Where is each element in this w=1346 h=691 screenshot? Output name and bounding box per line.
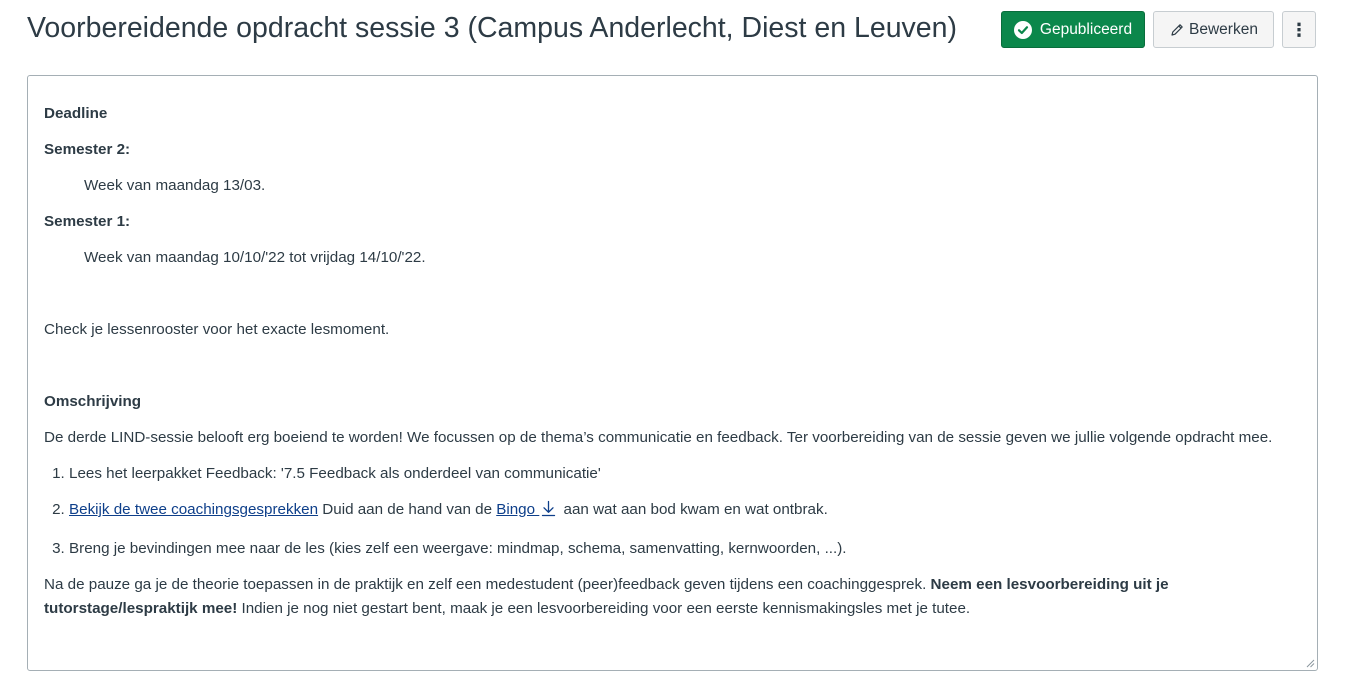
semester1-label: Semester 1: (44, 213, 131, 230)
resize-grip-icon[interactable] (1305, 658, 1315, 668)
task-list: Lees het leerpakket Feedback: '7.5 Feedb… (44, 462, 1294, 561)
edit-label: Bewerken (1189, 20, 1258, 38)
deadline-heading: Deadline (44, 105, 108, 122)
assignment-body: Deadline Semester 2: Week van maandag 13… (44, 102, 1294, 621)
semester1-date: Week van maandag 10/10/'22 tot vrijdag 1… (84, 249, 426, 266)
list-item: Breng je bevindingen mee naar de les (ki… (69, 537, 1294, 561)
check-schedule-text: Check je lessenrooster voor het exacte l… (44, 321, 390, 338)
semester2-date: Week van maandag 13/03. (84, 177, 266, 194)
check-circle-icon (1013, 20, 1032, 39)
pencil-icon (1169, 22, 1185, 38)
closing-text-start: Na de pauze ga je de theorie toepassen i… (44, 576, 931, 593)
list-item-text: Duid aan de hand van de (318, 501, 497, 518)
closing-text-end: Indien je nog niet gestart bent, maak je… (237, 600, 971, 617)
description-heading: Omschrijving (44, 393, 142, 410)
list-item-text: aan wat aan bod kwam en wat ontbrak. (559, 501, 828, 518)
list-item: Lees het leerpakket Feedback: '7.5 Feedb… (69, 462, 1294, 486)
bingo-link[interactable]: Bingo (496, 501, 539, 518)
published-label: Gepubliceerd (1039, 20, 1133, 38)
download-icon[interactable] (541, 500, 556, 525)
kebab-menu-icon: ⋮ (1290, 19, 1308, 40)
page-header: Voorbereidende opdracht sessie 3 (Campus… (0, 0, 1346, 60)
more-options-button[interactable]: ⋮ (1282, 11, 1316, 48)
list-item-text: Breng je bevindingen mee naar de les (ki… (69, 540, 847, 557)
semester2-label: Semester 2: (44, 141, 131, 158)
closing-text: Na de pauze ga je de theorie toepassen i… (44, 573, 1294, 621)
assignment-content: Deadline Semester 2: Week van maandag 13… (27, 75, 1318, 671)
list-item: Bekijk de twee coachingsgesprekken Duid … (69, 498, 1294, 525)
intro-text: De derde LIND-sessie belooft erg boeiend… (44, 429, 1273, 446)
edit-button[interactable]: Bewerken (1153, 11, 1274, 48)
list-item-text: Lees het leerpakket Feedback: '7.5 Feedb… (69, 465, 601, 482)
coaching-videos-link[interactable]: Bekijk de twee coachingsgesprekken (69, 501, 318, 518)
page-title: Voorbereidende opdracht sessie 3 (Campus… (27, 12, 957, 44)
published-button[interactable]: Gepubliceerd (1001, 11, 1145, 48)
